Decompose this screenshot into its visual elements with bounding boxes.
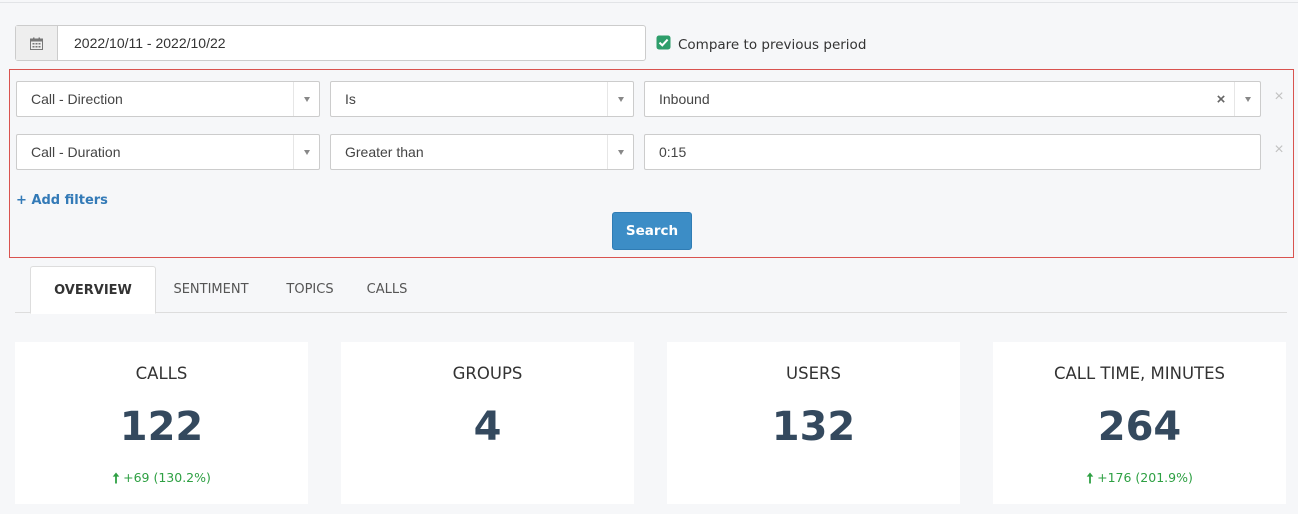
filter-operator-select-1[interactable]: Is <box>330 81 634 117</box>
stat-card-groups: GROUPS 4 <box>341 342 634 504</box>
stat-delta: +176 (201.9%) <box>993 470 1286 485</box>
stat-delta-text: +69 (130.2%) <box>123 470 211 485</box>
stat-delta-text: +176 (201.9%) <box>1097 470 1193 485</box>
arrow-up-icon <box>1086 472 1094 483</box>
chevron-down-icon[interactable] <box>1234 82 1260 116</box>
filter-field-select-2[interactable]: Call - Duration <box>16 134 320 170</box>
filter-operator-value: Greater than <box>345 144 424 160</box>
tab-sentiment[interactable]: SENTIMENT <box>161 266 261 313</box>
compare-previous-checkbox[interactable]: Compare to previous period <box>656 35 866 55</box>
clear-value-icon[interactable]: × <box>1212 91 1230 108</box>
remove-filter-icon[interactable]: × <box>1272 141 1286 159</box>
filter-field-value: Call - Direction <box>31 91 123 107</box>
filter-field-select-1[interactable]: Call - Direction <box>16 81 320 117</box>
date-range-input[interactable] <box>58 26 645 60</box>
add-filters-label: Add filters <box>31 193 108 208</box>
chevron-down-icon[interactable] <box>293 135 319 169</box>
date-range-picker[interactable] <box>15 25 646 61</box>
stat-value: 4 <box>473 404 502 450</box>
remove-filter-icon[interactable]: × <box>1272 88 1286 106</box>
top-divider <box>0 2 1298 3</box>
stat-value: 264 <box>1097 404 1182 450</box>
stat-title: CALLS <box>135 364 188 383</box>
filter-value-input-2[interactable] <box>644 134 1261 170</box>
stat-delta: +69 (130.2%) <box>15 470 308 485</box>
add-filters-link[interactable]: + Add filters <box>16 193 108 208</box>
filter-value-select-1[interactable]: Inbound × <box>644 81 1261 117</box>
chevron-down-icon[interactable] <box>607 135 633 169</box>
stat-card-call-time: CALL TIME, MINUTES 264 +176 (201.9%) <box>993 342 1286 504</box>
compare-label: Compare to previous period <box>678 37 867 53</box>
filter-value-text: Inbound <box>659 91 710 107</box>
stat-value: 122 <box>119 404 204 450</box>
search-button[interactable]: Search <box>612 212 692 250</box>
filter-operator-value: Is <box>345 91 356 107</box>
stat-card-calls: CALLS 122 +69 (130.2%) <box>15 342 308 504</box>
stat-title: CALL TIME, MINUTES <box>1053 364 1226 383</box>
stat-title: GROUPS <box>452 364 523 383</box>
stat-card-users: USERS 132 <box>667 342 960 504</box>
tab-bar: OVERVIEW SENTIMENT TOPICS CALLS <box>15 266 1287 314</box>
stat-title: USERS <box>786 364 841 383</box>
chevron-down-icon[interactable] <box>607 82 633 116</box>
filter-field-value: Call - Duration <box>31 144 121 160</box>
tab-calls[interactable]: CALLS <box>357 266 417 313</box>
stat-value: 132 <box>771 404 856 450</box>
checked-checkbox-icon[interactable] <box>656 35 671 55</box>
calendar-icon[interactable] <box>16 26 58 60</box>
arrow-up-icon <box>112 472 120 483</box>
chevron-down-icon[interactable] <box>293 82 319 116</box>
tab-overview[interactable]: OVERVIEW <box>30 266 156 314</box>
tab-topics[interactable]: TOPICS <box>270 266 350 313</box>
plus-icon: + <box>16 193 27 208</box>
filter-operator-select-2[interactable]: Greater than <box>330 134 634 170</box>
filters-panel: Call - Direction Is Inbound × × Call - D… <box>9 69 1294 258</box>
